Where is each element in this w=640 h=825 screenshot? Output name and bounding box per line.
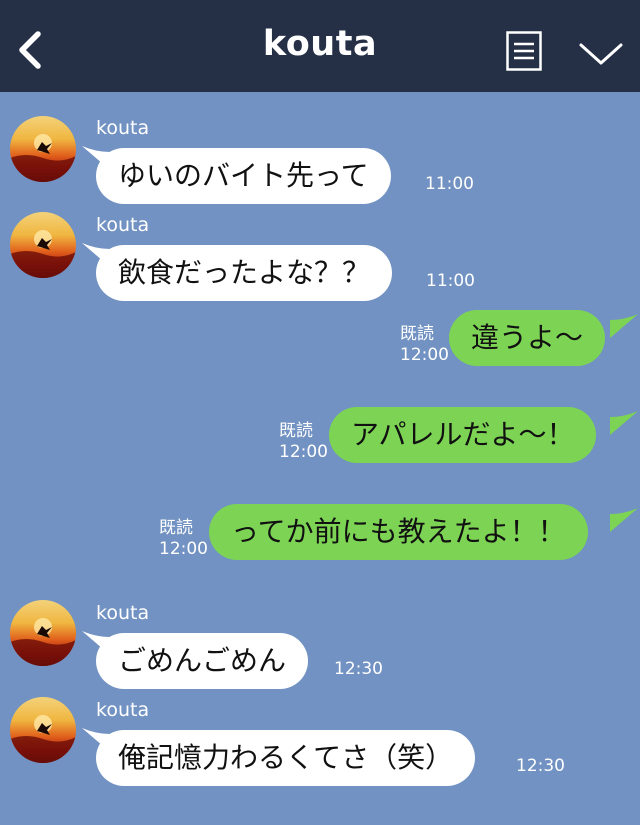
- read-label: 既読: [400, 324, 434, 344]
- read-receipt: 既読 12:00: [400, 324, 449, 366]
- sender-name: kouta: [96, 214, 150, 236]
- avatar[interactable]: [10, 600, 76, 666]
- message-time: 12:30: [516, 756, 565, 776]
- message-bubble-incoming[interactable]: 飲食だったよな？？: [96, 245, 393, 301]
- sunset-surfer-avatar-image: [10, 116, 76, 182]
- sunset-surfer-avatar-image: [10, 697, 76, 763]
- sender-name: kouta: [96, 117, 150, 139]
- message-bubble-incoming[interactable]: 俺記憶力わるくてさ（笑）: [96, 730, 476, 786]
- sunset-surfer-avatar-image: [10, 212, 76, 278]
- message-bubble-incoming[interactable]: ゆいのバイト先って: [96, 148, 391, 204]
- sender-name: kouta: [96, 602, 150, 624]
- read-receipt: 既読 12:00: [159, 518, 208, 560]
- message-time: 12:00: [159, 539, 208, 559]
- read-label: 既読: [159, 518, 193, 538]
- chat-title: kouta: [262, 24, 378, 64]
- avatar[interactable]: [10, 116, 76, 182]
- bubble-tail: [610, 411, 638, 435]
- avatar[interactable]: [10, 697, 76, 763]
- list-icon[interactable]: [506, 31, 542, 71]
- message-time: 12:30: [334, 659, 383, 679]
- message-bubble-outgoing[interactable]: アパレルだよ〜！: [329, 407, 597, 463]
- read-label: 既読: [279, 421, 313, 441]
- sunset-surfer-avatar-image: [10, 600, 76, 666]
- read-receipt: 既読 12:00: [279, 421, 328, 463]
- message-bubble-outgoing[interactable]: 違うよ〜: [449, 310, 606, 366]
- bubble-tail: [610, 508, 638, 532]
- message-time: 11:00: [426, 271, 475, 291]
- message-time: 12:00: [400, 345, 449, 365]
- message-bubble-outgoing[interactable]: ってか前にも教えたよ！！: [209, 504, 588, 560]
- avatar[interactable]: [10, 212, 76, 278]
- chat-header: kouta: [0, 0, 640, 92]
- chevron-down-icon[interactable]: [578, 40, 624, 68]
- message-time: 11:00: [425, 174, 474, 194]
- message-time: 12:00: [279, 442, 328, 462]
- sender-name: kouta: [96, 699, 150, 721]
- message-bubble-incoming[interactable]: ごめんごめん: [96, 633, 309, 689]
- bubble-tail: [610, 314, 638, 338]
